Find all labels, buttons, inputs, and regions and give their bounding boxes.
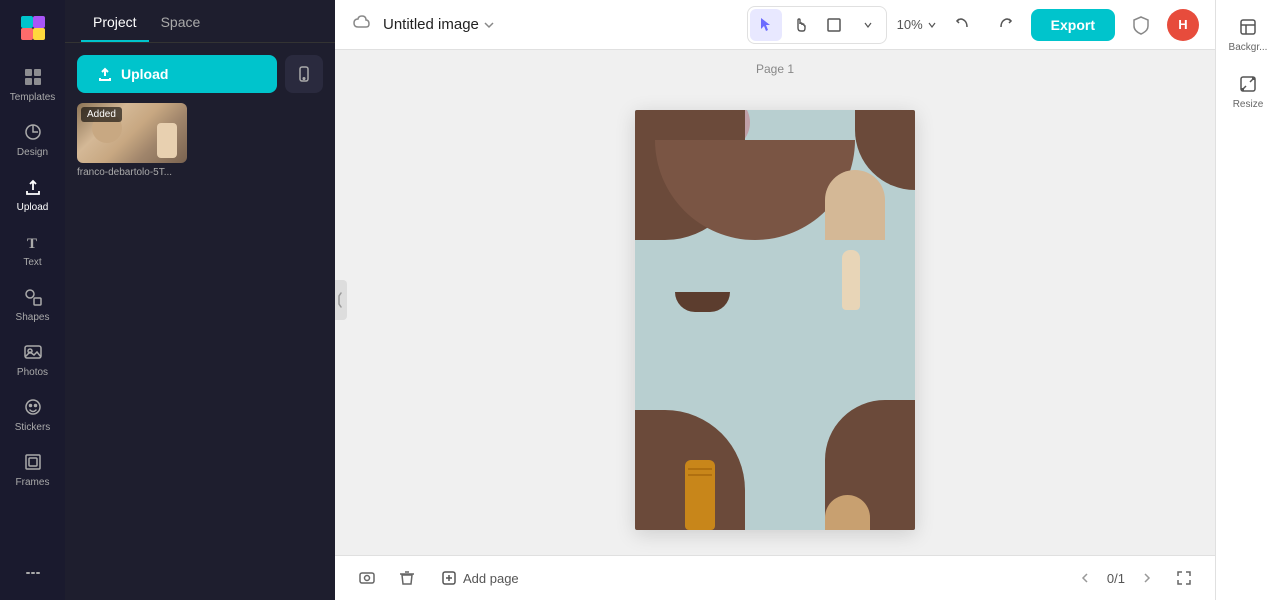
- shapes-label: Shapes: [16, 312, 50, 323]
- tool-group: [747, 6, 887, 44]
- panel-content: Upload Added franco-debartolo-5T...: [65, 43, 335, 190]
- background-label: Backgr...: [1229, 42, 1268, 53]
- bowl: [675, 292, 730, 312]
- right-panel-resize[interactable]: Resize: [1220, 65, 1276, 118]
- frame-tool-chevron[interactable]: [852, 9, 884, 41]
- sidebar-item-more[interactable]: [5, 554, 61, 590]
- file-name: franco-debartolo-5T...: [77, 167, 187, 178]
- title-text: Untitled image: [383, 16, 479, 33]
- photos-label: Photos: [17, 367, 48, 378]
- sidebar-item-shapes[interactable]: Shapes: [5, 278, 61, 329]
- stickers-label: Stickers: [15, 422, 51, 433]
- mobile-button[interactable]: [285, 55, 323, 93]
- document-title[interactable]: Untitled image: [383, 16, 495, 33]
- canvas-image: [635, 110, 915, 530]
- sidebar-item-upload[interactable]: Upload: [5, 168, 61, 219]
- prev-page-button[interactable]: [1071, 564, 1099, 592]
- upload-button[interactable]: Upload: [77, 55, 277, 93]
- select-tool[interactable]: [750, 9, 782, 41]
- vase-tall: [842, 250, 860, 310]
- templates-icon: [22, 66, 44, 88]
- canvas-page[interactable]: [635, 110, 915, 530]
- resize-icon: [1237, 73, 1259, 95]
- shapes-icon: [22, 286, 44, 308]
- icon-sidebar: Templates Design Upload T Text: [0, 0, 65, 600]
- more-icon: [22, 562, 44, 584]
- templates-label: Templates: [10, 92, 56, 103]
- upload-label: Upload: [17, 202, 49, 213]
- text-label: Text: [23, 257, 41, 268]
- file-grid: Added franco-debartolo-5T...: [77, 103, 323, 178]
- cloud-icon: [351, 11, 373, 38]
- niche: [825, 170, 885, 240]
- sidebar-item-text[interactable]: T Text: [5, 223, 61, 274]
- screenshot-button[interactable]: [351, 562, 383, 594]
- sidebar-item-design[interactable]: Design: [5, 113, 61, 164]
- sidebar-item-frames[interactable]: Frames: [5, 443, 61, 494]
- undo-button[interactable]: [947, 9, 979, 41]
- svg-text:T: T: [27, 236, 37, 252]
- zoom-control[interactable]: 10%: [897, 17, 937, 32]
- hand-tool[interactable]: [784, 9, 816, 41]
- canvas-area: Page 1: [335, 50, 1215, 555]
- bottom-bar: Add page 0/1: [335, 555, 1215, 600]
- sidebar-item-stickers[interactable]: Stickers: [5, 388, 61, 439]
- app-logo[interactable]: [15, 10, 51, 46]
- main-area: Untitled image: [335, 0, 1215, 600]
- fullscreen-button[interactable]: [1169, 563, 1199, 593]
- vase-yellow: [685, 460, 715, 530]
- frames-label: Frames: [16, 477, 50, 488]
- upload-icon: [22, 176, 44, 198]
- file-thumbnail: Added: [77, 103, 187, 163]
- stickers-icon: [22, 396, 44, 418]
- redo-button[interactable]: [989, 9, 1021, 41]
- page-counter: 0/1: [1107, 571, 1125, 586]
- next-page-button[interactable]: [1133, 564, 1161, 592]
- shelf-visual: [635, 110, 915, 530]
- shelf-top: [635, 110, 915, 320]
- sidebar-item-templates[interactable]: Templates: [5, 58, 61, 109]
- page-navigation: 0/1: [1071, 564, 1161, 592]
- panel-sidebar: Project Space Upload: [65, 0, 335, 600]
- zoom-value: 10%: [897, 17, 923, 32]
- tab-project[interactable]: Project: [81, 0, 149, 42]
- frames-icon: [22, 451, 44, 473]
- frame-tool[interactable]: [818, 9, 850, 41]
- topbar: Untitled image: [335, 0, 1215, 50]
- avatar: H: [1167, 9, 1199, 41]
- right-panel-background[interactable]: Backgr...: [1220, 8, 1276, 61]
- panel-tabs: Project Space: [65, 0, 335, 43]
- right-panel: Backgr... Resize: [1215, 0, 1280, 600]
- shelf-bottom: [635, 320, 915, 530]
- shield-icon: [1125, 9, 1157, 41]
- background-icon: [1237, 16, 1259, 38]
- photos-icon: [22, 341, 44, 363]
- file-item[interactable]: Added franco-debartolo-5T...: [77, 103, 187, 178]
- design-label: Design: [17, 147, 48, 158]
- delete-page-button[interactable]: [391, 562, 423, 594]
- collapse-handle[interactable]: [335, 280, 347, 320]
- file-badge: Added: [81, 107, 122, 122]
- design-icon: [22, 121, 44, 143]
- add-page-label: Add page: [463, 571, 519, 586]
- tab-space[interactable]: Space: [149, 0, 213, 42]
- text-icon: T: [22, 231, 44, 253]
- sidebar-item-photos[interactable]: Photos: [5, 333, 61, 384]
- upload-row: Upload: [77, 55, 323, 93]
- page-label: Page 1: [756, 62, 794, 76]
- export-button[interactable]: Export: [1031, 9, 1115, 41]
- resize-label: Resize: [1233, 99, 1264, 110]
- upload-btn-label: Upload: [121, 66, 168, 82]
- add-page-button[interactable]: Add page: [431, 564, 529, 592]
